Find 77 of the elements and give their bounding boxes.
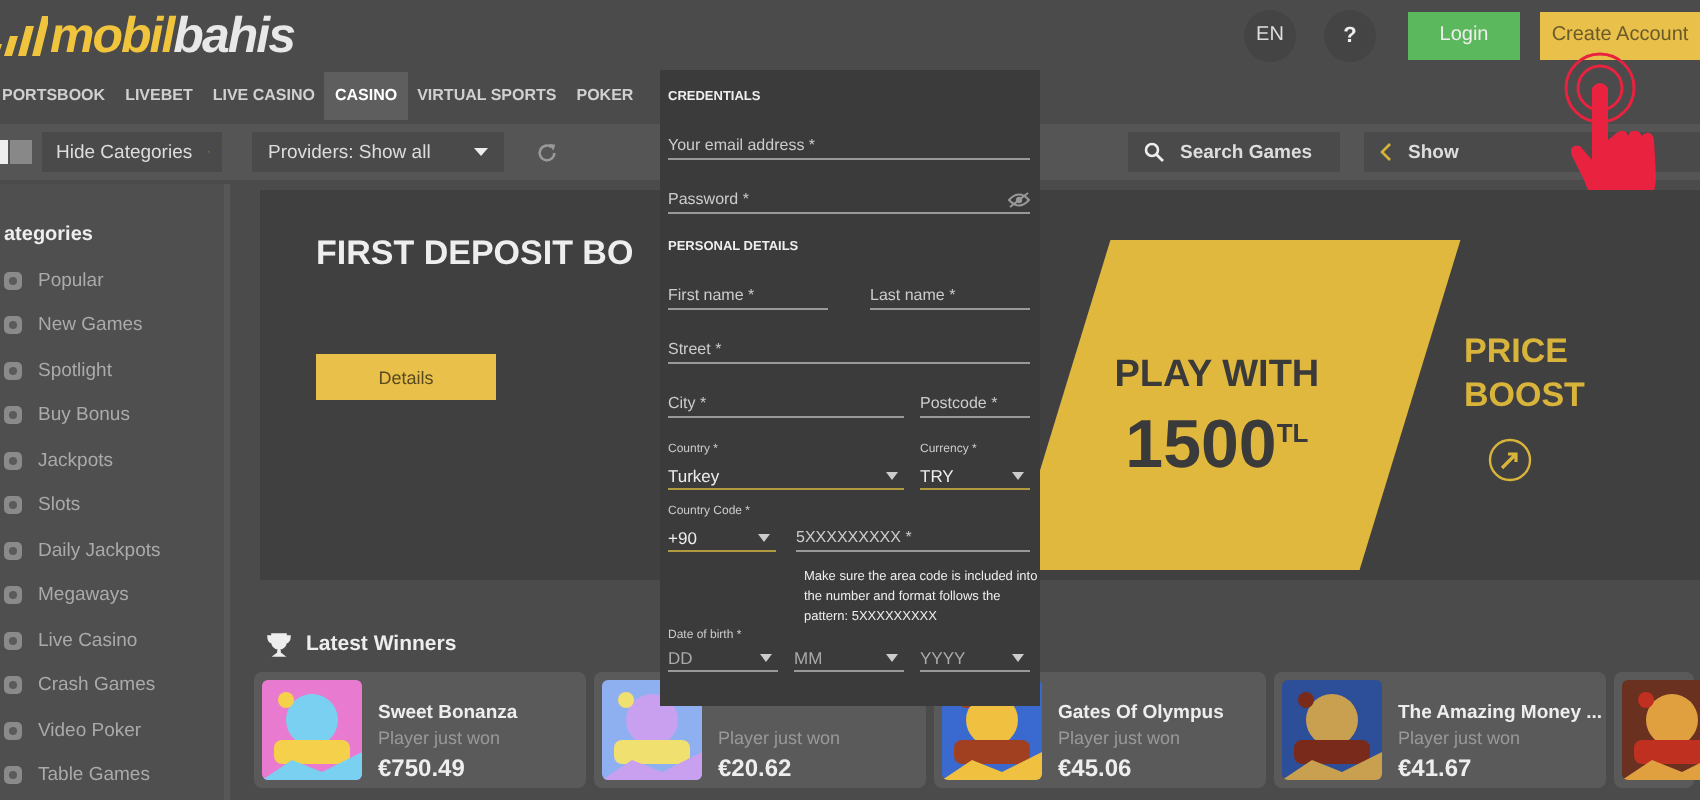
hide-categories-button[interactable]: Hide Categories bbox=[42, 132, 222, 172]
select-field[interactable]: TRY bbox=[920, 462, 1030, 490]
select-field[interactable]: +90 bbox=[668, 524, 776, 552]
promo-text: BOOST bbox=[1464, 374, 1585, 418]
category-item[interactable]: Jackpots bbox=[2, 438, 224, 483]
select-field[interactable]: YYYY bbox=[920, 644, 1030, 672]
nav-tab[interactable]: VIRTUAL SPORTS bbox=[407, 72, 567, 120]
game-title: Sweet Bonanza bbox=[378, 702, 518, 728]
caret-down-icon bbox=[1012, 653, 1024, 661]
caret-down-icon bbox=[886, 471, 898, 479]
game-title: Gates Of Olympus bbox=[1058, 702, 1224, 728]
nav-tab[interactable]: LIVE CASINO bbox=[202, 72, 325, 120]
input-field[interactable]: Postcode * bbox=[920, 390, 1030, 418]
details-button[interactable]: Details bbox=[316, 354, 496, 400]
refresh-icon[interactable] bbox=[536, 141, 558, 163]
logo-bars-icon bbox=[0, 15, 48, 55]
select-field[interactable]: DD bbox=[668, 644, 778, 672]
category-item[interactable]: Crash Games bbox=[2, 663, 224, 708]
win-amount: €45.06 bbox=[1058, 754, 1134, 782]
input-field[interactable]: Password * bbox=[668, 186, 1030, 214]
category-item[interactable]: Live Casino bbox=[2, 618, 224, 663]
input-field[interactable]: Last name * bbox=[870, 282, 1030, 310]
caret-down-icon bbox=[886, 653, 898, 661]
nav-tab[interactable]: CASINO bbox=[324, 72, 408, 120]
game-title: The Amazing Money ... bbox=[1398, 702, 1603, 728]
input-field[interactable]: City * bbox=[668, 390, 904, 418]
boost-icon bbox=[1488, 438, 1532, 482]
input-field[interactable]: 5XXXXXXXXX * bbox=[796, 524, 1030, 552]
providers-dropdown[interactable]: Providers: Show all bbox=[252, 132, 504, 172]
win-amount: €41.67 bbox=[1398, 754, 1474, 782]
language-button[interactable]: EN bbox=[1244, 9, 1296, 61]
winner-card[interactable]: The Amazing Money ... Player just won €41.67 bbox=[1274, 672, 1606, 788]
category-item[interactable]: Daily Jackpots bbox=[2, 528, 224, 573]
win-amount: €20.62 bbox=[718, 754, 794, 782]
promo-amount: 1500$^{TL}$ bbox=[1124, 404, 1312, 480]
eye-slash-icon bbox=[1008, 191, 1030, 207]
category-item[interactable]: Spotlight bbox=[2, 348, 224, 393]
logo-text: bahis bbox=[173, 9, 294, 61]
winner-card[interactable]: Gates Of Olympus Player just won €45.06 bbox=[934, 672, 1266, 788]
winner-label: Player just won bbox=[1058, 728, 1183, 752]
help-button[interactable]: ? bbox=[1324, 9, 1376, 61]
win-amount: €750.49 bbox=[378, 754, 467, 782]
nav-tab[interactable]: POKER bbox=[566, 72, 644, 120]
select-field[interactable]: Turkey bbox=[668, 462, 904, 490]
caret-down-icon bbox=[1012, 471, 1024, 479]
section-title: Latest Winners bbox=[306, 632, 457, 656]
category-item[interactable]: New Games bbox=[2, 303, 224, 348]
category-item[interactable]: Slots bbox=[2, 483, 224, 528]
category-item[interactable]: Buy Bonus bbox=[2, 393, 224, 438]
trophy-icon bbox=[266, 631, 292, 657]
search-icon bbox=[1144, 142, 1164, 162]
create-account-button[interactable]: Create Account bbox=[1540, 11, 1700, 59]
sidebar-toggle[interactable] bbox=[0, 140, 36, 164]
search-games-button[interactable]: Search Games bbox=[1128, 132, 1340, 172]
select-field[interactable]: MM bbox=[794, 644, 904, 672]
winner-card[interactable] bbox=[1614, 672, 1694, 788]
sidebar-heading: ategories bbox=[4, 224, 95, 250]
winner-label: Player just won bbox=[718, 728, 841, 752]
input-field[interactable]: Your email address * bbox=[668, 132, 1030, 160]
banner-title: FIRST DEPOSIT BO bbox=[316, 234, 634, 274]
nav-tab[interactable]: PORTSBOOK bbox=[0, 72, 116, 120]
caret-down-icon bbox=[474, 148, 488, 156]
nav-tab[interactable]: LIVEBET bbox=[115, 72, 203, 120]
caret-down-icon bbox=[758, 533, 770, 541]
category-item[interactable]: Table Games bbox=[2, 753, 224, 798]
winner-label: Player just won bbox=[1398, 728, 1523, 752]
logo-text: mobil bbox=[50, 9, 174, 61]
category-item[interactable]: Video Poker bbox=[2, 708, 224, 753]
category-item[interactable]: Megaways bbox=[2, 573, 224, 618]
input-field[interactable]: First name * bbox=[668, 282, 828, 310]
winner-card[interactable]: Sweet Bonanza Player just won €750.49 bbox=[254, 672, 586, 788]
caret-down-icon bbox=[760, 653, 772, 661]
promo-text: PLAY WITH bbox=[1115, 353, 1321, 398]
input-field[interactable]: Street * bbox=[668, 336, 1030, 364]
category-item[interactable]: Popular bbox=[2, 258, 224, 303]
winner-label: Player just won bbox=[378, 728, 503, 752]
promo-text: PRICE bbox=[1464, 330, 1570, 374]
